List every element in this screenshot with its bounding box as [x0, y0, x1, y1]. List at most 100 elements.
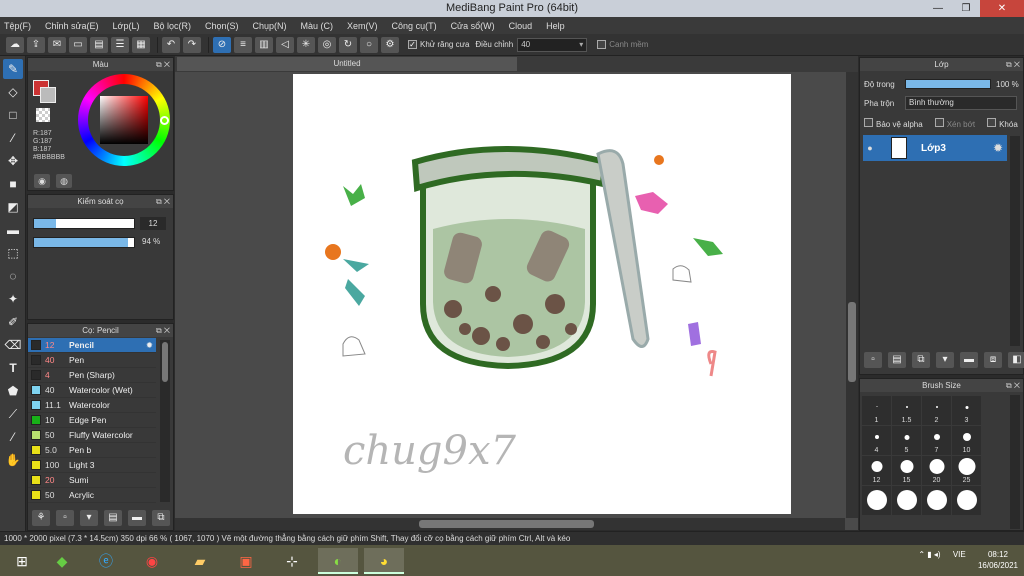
- curve-snap-icon[interactable]: ↻: [339, 36, 357, 53]
- brush-size-cell[interactable]: [862, 486, 891, 515]
- antialias-checkbox[interactable]: ✓: [408, 40, 417, 49]
- move-tool-icon[interactable]: ✥: [3, 151, 23, 171]
- panel-close-icon[interactable]: ⧉ ✕: [1006, 379, 1020, 392]
- radial-snap-icon[interactable]: ✳: [297, 36, 315, 53]
- drawing-canvas[interactable]: chug9x7: [293, 74, 791, 514]
- color-history-icon[interactable]: ◍: [56, 174, 72, 188]
- network-app-icon[interactable]: ⊹: [272, 548, 312, 574]
- saturation-square[interactable]: [100, 96, 148, 144]
- language-indicator[interactable]: VIE: [953, 550, 966, 559]
- lock-toggle[interactable]: Khóa: [987, 118, 1018, 129]
- clock[interactable]: 08:12 16/06/2021: [978, 549, 1018, 571]
- background-color-swatch[interactable]: [40, 87, 56, 103]
- hand-tool-icon[interactable]: ✋: [3, 450, 23, 470]
- canvas-horizontal-scrollbar[interactable]: [175, 518, 845, 530]
- duplicate-layer-icon[interactable]: ⧉: [912, 352, 930, 368]
- dot-tool-icon[interactable]: ⁄: [3, 128, 23, 148]
- menu-color[interactable]: Màu (C): [301, 21, 334, 31]
- divide-tool-icon[interactable]: ⬟: [3, 381, 23, 401]
- redo-icon[interactable]: ↷: [183, 36, 201, 53]
- brush-item[interactable]: 20 Sumi: [28, 473, 156, 488]
- rectangle-tool-icon[interactable]: □: [3, 105, 23, 125]
- adjust-dropdown[interactable]: 40: [517, 37, 588, 52]
- lock-checkbox[interactable]: [987, 118, 997, 127]
- brush-copy-icon[interactable]: ▤: [104, 510, 122, 526]
- edge-checkbox[interactable]: [597, 40, 607, 49]
- magic-wand-tool-icon[interactable]: ✦: [3, 289, 23, 309]
- edge-toggle[interactable]: Canh mềm: [597, 40, 648, 49]
- clip-checkbox[interactable]: [934, 118, 944, 127]
- brush-item[interactable]: 100 Light 3: [28, 458, 156, 473]
- menu-select[interactable]: Chọn(S): [205, 21, 239, 31]
- brush-size-cell[interactable]: 5: [892, 426, 921, 455]
- grid-snap-icon[interactable]: ▥: [255, 36, 273, 53]
- protect-alpha-checkbox[interactable]: [864, 118, 873, 127]
- pen-tool-icon[interactable]: ⁄: [3, 427, 23, 447]
- message-icon[interactable]: ▭: [69, 36, 87, 53]
- brush-list-scrollbar[interactable]: [160, 340, 170, 502]
- layer-menu-icon[interactable]: ◧: [1008, 352, 1024, 368]
- brush-size-cell[interactable]: 25: [952, 456, 981, 485]
- gradient-tool-icon[interactable]: ▬: [3, 220, 23, 240]
- add-layer-menu-icon[interactable]: ▾: [936, 352, 954, 368]
- chrome-icon[interactable]: ◉: [132, 548, 172, 574]
- brush-size-cell[interactable]: 2: [922, 396, 951, 425]
- new-layer-icon[interactable]: ▫: [864, 352, 882, 368]
- eraser-tool-icon[interactable]: ◇: [3, 82, 23, 102]
- brush-item[interactable]: 10 Edge Pen: [28, 413, 156, 428]
- panel-close-icon[interactable]: ⧉ ✕: [1006, 58, 1020, 71]
- document-icon[interactable]: ▤: [90, 36, 108, 53]
- brush-size-cell[interactable]: [922, 486, 951, 515]
- gear-icon[interactable]: ✹: [146, 340, 153, 351]
- brush-item[interactable]: 12 Pencil ✹: [28, 338, 156, 353]
- gear-icon[interactable]: ✹: [993, 141, 1003, 155]
- brush-size-value[interactable]: 12: [140, 217, 166, 230]
- transparent-color-swatch[interactable]: [36, 108, 50, 122]
- new-halftone-layer-icon[interactable]: ▤: [888, 352, 906, 368]
- brush-size-cell[interactable]: 3: [952, 396, 981, 425]
- brush-item[interactable]: 11.1 Watercolor: [28, 398, 156, 413]
- new-brush-icon[interactable]: ▫: [56, 510, 74, 526]
- blend-mode-dropdown[interactable]: Bình thường: [905, 96, 1017, 110]
- tray-icons[interactable]: ⌃ ▮ ◂): [918, 550, 940, 559]
- concentric-snap-icon[interactable]: ◎: [318, 36, 336, 53]
- menu-file[interactable]: Tệp(F): [4, 21, 31, 31]
- panel-close-icon[interactable]: ⧉ ✕: [156, 195, 170, 208]
- brush-size-cell[interactable]: [892, 486, 921, 515]
- brush-size-cell[interactable]: 15: [892, 456, 921, 485]
- brush-tool-icon[interactable]: ✎: [3, 59, 23, 79]
- settings-icon[interactable]: ⚙: [381, 36, 399, 53]
- menu-view[interactable]: Xem(V): [347, 21, 378, 31]
- cloud-icon[interactable]: ☁: [6, 36, 24, 53]
- medibang-app-icon[interactable]: ◕: [364, 548, 404, 574]
- layer-opacity-slider[interactable]: [905, 79, 991, 89]
- minimize-button[interactable]: —: [924, 0, 952, 17]
- perspective-snap-icon[interactable]: ◁: [276, 36, 294, 53]
- menu-window[interactable]: Cửa sổ(W): [451, 21, 495, 31]
- brush-size-scrollbar[interactable]: [1010, 395, 1020, 529]
- folder-icon[interactable]: ▬: [960, 352, 978, 368]
- select-pen-tool-icon[interactable]: ✐: [3, 312, 23, 332]
- brush-size-cell[interactable]: 20: [922, 456, 951, 485]
- presentation-app-icon[interactable]: ▣: [226, 548, 266, 574]
- menu-layer[interactable]: Lớp(L): [113, 21, 140, 31]
- brush-item[interactable]: 40 Watercolor (Wet): [28, 383, 156, 398]
- antialias-toggle[interactable]: ✓ Khử răng cưa: [408, 40, 469, 49]
- layer-list-scrollbar[interactable]: [1010, 136, 1020, 346]
- windows-start-icon[interactable]: ⊞: [2, 548, 42, 574]
- sketch-app-icon[interactable]: ◐: [318, 548, 358, 574]
- list-icon[interactable]: ☰: [111, 36, 129, 53]
- brush-item[interactable]: 40 Pen: [28, 353, 156, 368]
- fill-rect-tool-icon[interactable]: ■: [3, 174, 23, 194]
- grid-icon[interactable]: ▦: [132, 36, 150, 53]
- menu-cloud[interactable]: Cloud: [509, 21, 533, 31]
- brush-size-cell[interactable]: 10: [952, 426, 981, 455]
- hue-ring[interactable]: [78, 74, 170, 166]
- protect-alpha-toggle[interactable]: Bảo vệ alpha: [864, 118, 923, 129]
- folder-icon[interactable]: ▬: [128, 510, 146, 526]
- menu-help[interactable]: Help: [546, 21, 565, 31]
- select-tool-icon[interactable]: ⬚: [3, 243, 23, 263]
- merge-layer-icon[interactable]: ⧈: [984, 352, 1002, 368]
- eye-icon[interactable]: ●: [863, 143, 877, 153]
- text-tool-icon[interactable]: T: [3, 358, 23, 378]
